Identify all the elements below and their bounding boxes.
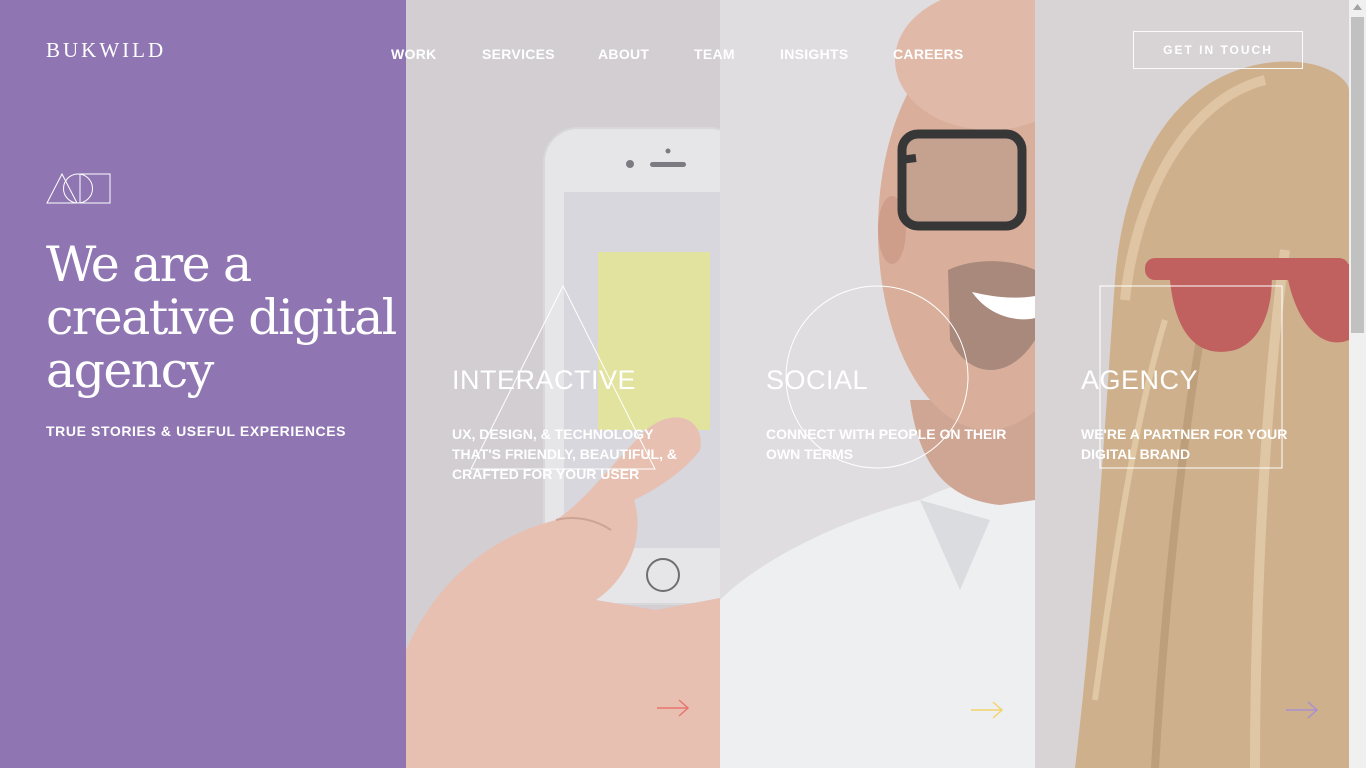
nav-item-team[interactable]: TEAM xyxy=(694,46,735,62)
hero-headline: We are a creative digital agency xyxy=(46,236,397,399)
scroll-up-arrow-icon[interactable] xyxy=(1353,4,1362,10)
arrow-right-icon[interactable] xyxy=(1284,698,1320,722)
panel-agency[interactable]: AGENCY WE'RE A PARTNER FOR YOUR DIGITAL … xyxy=(1035,0,1349,768)
panel-title-interactive: INTERACTIVE xyxy=(452,365,637,395)
nav-item-insights[interactable]: INSIGHTS xyxy=(780,46,849,62)
panel-social[interactable]: SOCIAL CONNECT WITH PEOPLE ON THEIR OWN … xyxy=(720,0,1035,768)
triangle-circle-square-icon xyxy=(46,172,111,204)
nav-item-about[interactable]: ABOUT xyxy=(598,46,649,62)
panel-title-social: SOCIAL xyxy=(766,365,869,395)
panel-interactive[interactable]: INTERACTIVE UX, DESIGN, & TECHNOLOGY THA… xyxy=(406,0,720,768)
panel-description-social: CONNECT WITH PEOPLE ON THEIR OWN TERMS xyxy=(766,426,1007,462)
nav-item-work[interactable]: WORK xyxy=(391,46,437,62)
scrollbar-thumb[interactable] xyxy=(1351,17,1364,333)
panel-description-agency: WE'RE A PARTNER FOR YOUR DIGITAL BRAND xyxy=(1081,426,1288,462)
panel-description-interactive: UX, DESIGN, & TECHNOLOGY THAT'S FRIENDLY… xyxy=(452,426,677,482)
arrow-right-icon[interactable] xyxy=(969,698,1005,722)
hero-panel: BUKWILD We are a creative digital agency… xyxy=(0,0,406,768)
get-in-touch-button[interactable]: GET IN TOUCH xyxy=(1133,31,1303,69)
hero-tagline: TRUE STORIES & USEFUL EXPERIENCES xyxy=(46,423,347,439)
panel-title-agency: AGENCY xyxy=(1081,365,1199,395)
arrow-right-icon[interactable] xyxy=(655,696,691,720)
nav-item-careers[interactable]: CAREERS xyxy=(893,46,964,62)
nav-item-services[interactable]: SERVICES xyxy=(482,46,555,62)
vertical-scrollbar[interactable] xyxy=(1349,0,1366,768)
